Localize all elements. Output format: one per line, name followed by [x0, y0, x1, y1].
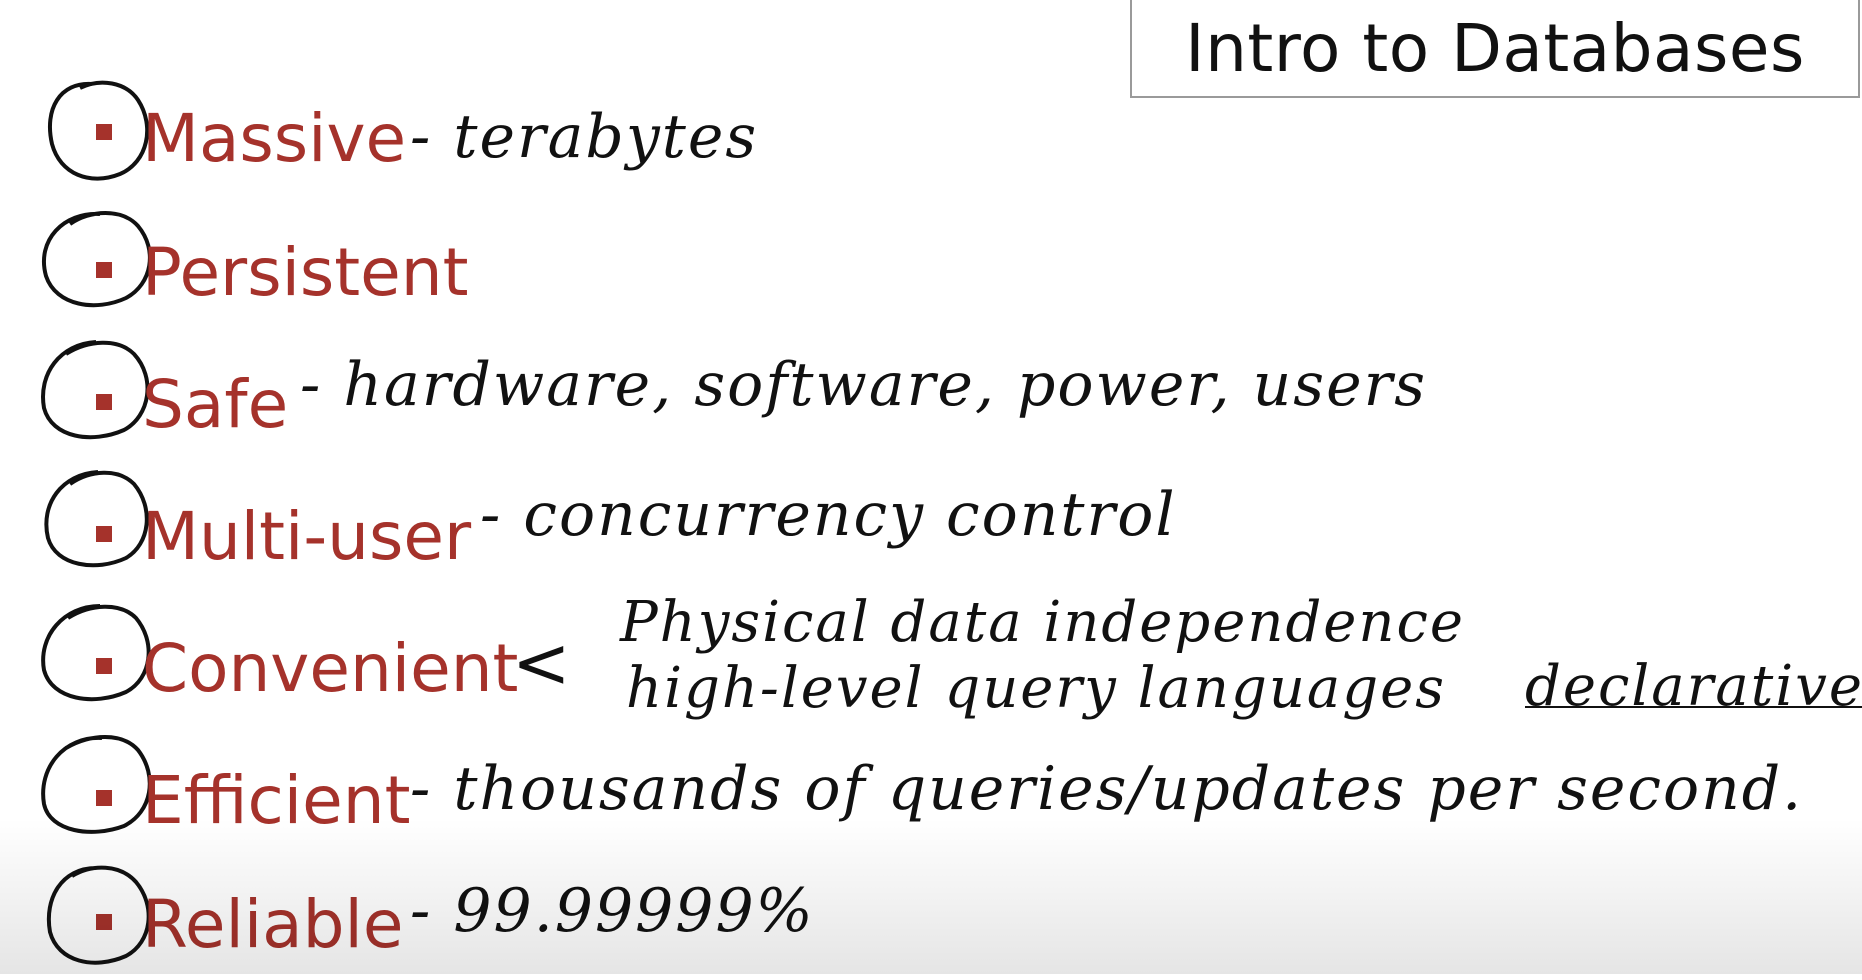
- bullet-square-icon: [96, 262, 112, 278]
- bullet-note: - hardware, software, power, users: [300, 350, 1428, 420]
- bullet-note: - 99.99999%: [410, 876, 815, 946]
- hand-circle-icon: [44, 470, 149, 568]
- hand-circle-icon: [41, 735, 152, 834]
- bullet-square-icon: [96, 394, 112, 410]
- bullet-sub-note: Physical data independence: [620, 590, 1465, 655]
- hand-circle-icon: [46, 865, 151, 965]
- bullet-multi-user: Multi-user - concurrency control: [0, 462, 1862, 582]
- brace-symbol: <: [512, 622, 571, 704]
- bullet-note: - terabytes: [410, 102, 759, 172]
- bullet-term: Efficient: [142, 762, 411, 839]
- bullet-square-icon: [96, 658, 112, 674]
- bullet-square-icon: [96, 526, 112, 542]
- bullet-sub-note: high-level query languages: [626, 656, 1447, 721]
- bullet-massive: Massive - terabytes: [0, 72, 1862, 192]
- bullet-term: Multi-user: [142, 498, 472, 575]
- bullet-persistent: Persistent: [0, 200, 1862, 320]
- bullet-convenient: Convenient < Physical data independence …: [0, 590, 1862, 721]
- bullet-reliable: Reliable - 99.99999%: [0, 858, 1862, 978]
- bullet-note: - thousands of queries/updates per secon…: [410, 754, 1804, 824]
- hand-circle-icon: [42, 211, 152, 308]
- bullet-term: Safe: [142, 366, 289, 443]
- hand-circle-icon: [48, 80, 150, 181]
- bullet-term: Massive: [142, 100, 407, 177]
- bullet-efficient: Efficient - thousands of queries/updates…: [0, 726, 1862, 846]
- hand-circle-icon: [41, 604, 151, 702]
- bullet-square-icon: [96, 914, 112, 930]
- hand-circle-icon: [41, 340, 150, 440]
- bullet-square-icon: [96, 124, 112, 140]
- bullet-side-note: declarative: [1525, 654, 1862, 719]
- bullet-term: Convenient: [142, 630, 519, 707]
- bullet-term: Persistent: [142, 234, 469, 311]
- bullet-safe: Safe - hardware, software, power, users: [0, 330, 1862, 450]
- bullet-note: - concurrency control: [480, 480, 1177, 550]
- bullet-square-icon: [96, 790, 112, 806]
- bullet-term: Reliable: [142, 886, 404, 963]
